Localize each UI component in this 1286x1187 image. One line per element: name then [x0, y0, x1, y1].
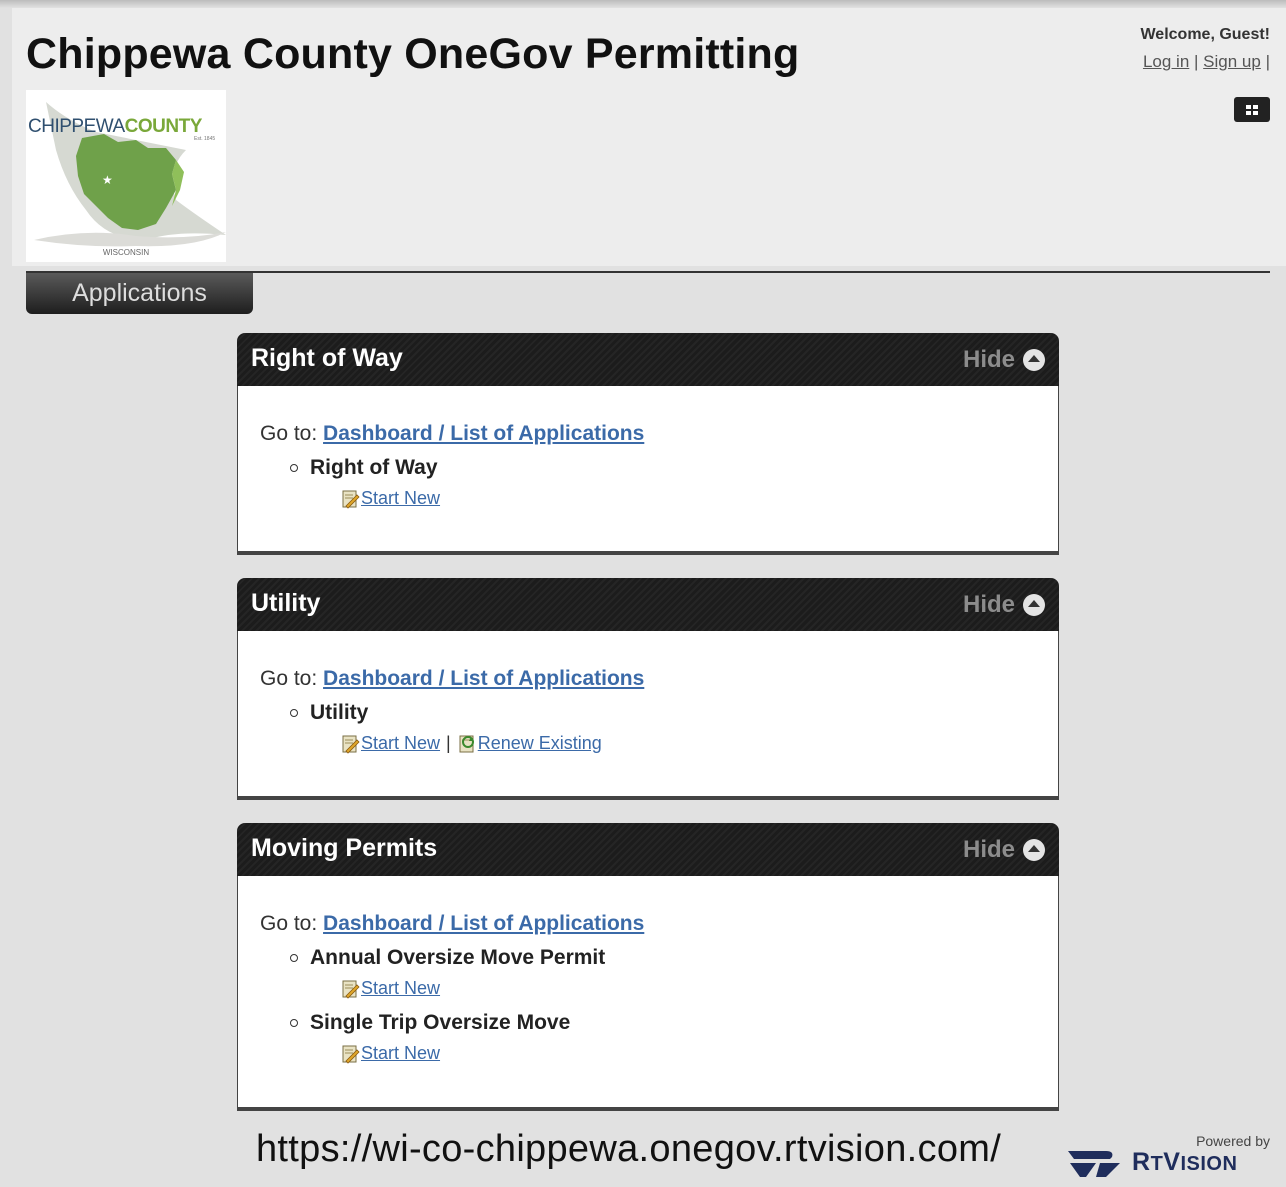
start-new-link[interactable]: Start New	[340, 1043, 440, 1064]
rtvision-logo[interactable]: RTVISION	[1066, 1145, 1237, 1179]
rtvision-mark-icon	[1068, 1151, 1120, 1177]
hide-label: Hide	[962, 346, 1015, 373]
footer-url: https://wi-co-chippewa.onegov.rtvision.c…	[256, 1128, 1002, 1170]
list-item: Annual Oversize Move Permit	[290, 946, 605, 970]
goto-label: Go to:	[260, 422, 318, 445]
panel-moving-permits: Moving Permits Hide Go to: Dashboard / L…	[237, 823, 1059, 1111]
hide-toggle[interactable]: Hide	[963, 836, 1045, 864]
panel-header: Utility Hide	[237, 578, 1059, 631]
bullet-icon	[290, 464, 298, 472]
new-document-icon	[342, 980, 360, 999]
bullet-icon	[290, 1019, 298, 1027]
rtvision-wordmark: RTVISION	[1132, 1147, 1238, 1176]
hide-label: Hide	[962, 591, 1015, 618]
grid-icon	[1246, 104, 1258, 115]
logo-established: Est. 1845	[194, 136, 216, 142]
application-name: Right of Way	[310, 456, 438, 479]
panel-header: Right of Way Hide	[237, 333, 1059, 386]
application-name: Utility	[310, 701, 369, 724]
collapse-up-icon	[1023, 839, 1045, 861]
panel-title: Moving Permits	[251, 834, 438, 862]
page-title: Chippewa County OneGov Permitting	[26, 30, 800, 78]
hide-label: Hide	[962, 836, 1015, 863]
action-row: Start New	[340, 1043, 440, 1064]
browser-top-edge	[0, 0, 1286, 8]
action-separator: |	[446, 733, 451, 753]
goto-line: Go to: Dashboard / List of Applications	[260, 422, 644, 446]
start-new-label: Start New	[361, 978, 441, 998]
goto-label: Go to:	[260, 912, 318, 935]
panel-body: Go to: Dashboard / List of Applications …	[237, 631, 1059, 800]
new-document-icon	[342, 1045, 360, 1064]
panel-right-of-way: Right of Way Hide Go to: Dashboard / Lis…	[237, 333, 1059, 555]
goto-label: Go to:	[260, 667, 318, 690]
svg-text:★: ★	[102, 173, 113, 187]
list-item: Utility	[290, 701, 368, 725]
link-separator-trailing: |	[1265, 52, 1270, 71]
start-new-label: Start New	[361, 1043, 441, 1063]
logo-state-label: WISCONSIN	[102, 248, 150, 257]
list-item: Right of Way	[290, 456, 438, 480]
collapse-up-icon	[1023, 594, 1045, 616]
dashboard-link[interactable]: Dashboard / List of Applications	[323, 422, 644, 445]
renew-existing-label: Renew Existing	[477, 733, 602, 753]
signup-link[interactable]: Sign up	[1203, 52, 1261, 71]
collapse-up-icon	[1023, 349, 1045, 371]
login-link[interactable]: Log in	[1143, 52, 1189, 71]
panel-utility: Utility Hide Go to: Dashboard / List of …	[237, 578, 1059, 800]
new-document-icon	[342, 735, 360, 754]
bullet-icon	[290, 954, 298, 962]
dashboard-link[interactable]: Dashboard / List of Applications	[323, 912, 644, 935]
panel-body: Go to: Dashboard / List of Applications …	[237, 386, 1059, 555]
apps-menu-button[interactable]	[1234, 97, 1270, 122]
application-name: Single Trip Oversize Move	[310, 1011, 571, 1034]
new-document-icon	[342, 490, 360, 509]
action-row: Start New	[340, 488, 440, 509]
renew-existing-link[interactable]: Renew Existing	[457, 733, 602, 754]
start-new-link[interactable]: Start New	[340, 733, 440, 754]
list-item: Single Trip Oversize Move	[290, 1011, 570, 1035]
hide-toggle[interactable]: Hide	[963, 346, 1045, 374]
goto-line: Go to: Dashboard / List of Applications	[260, 667, 644, 691]
account-links: Log in | Sign up |	[1143, 52, 1270, 72]
start-new-link[interactable]: Start New	[340, 488, 440, 509]
hide-toggle[interactable]: Hide	[963, 591, 1045, 619]
welcome-message: Welcome, Guest!	[1140, 26, 1270, 43]
tab-applications[interactable]: Applications	[26, 273, 253, 314]
county-logo: ★ CHIPPEWACOUNTY Est. 1845 WISCONSIN	[26, 90, 226, 262]
start-new-label: Start New	[361, 488, 441, 508]
goto-line: Go to: Dashboard / List of Applications	[260, 912, 644, 936]
action-row: Start New	[340, 978, 440, 999]
action-row: Start New | Renew Existing	[340, 733, 602, 754]
link-separator: |	[1194, 52, 1199, 71]
renew-document-icon	[459, 735, 474, 753]
application-name: Annual Oversize Move Permit	[310, 946, 606, 969]
panel-title: Right of Way	[251, 344, 403, 372]
panel-title: Utility	[251, 589, 321, 617]
panel-body: Go to: Dashboard / List of Applications …	[237, 876, 1059, 1111]
dashboard-link[interactable]: Dashboard / List of Applications	[323, 667, 644, 690]
logo-wordmark: CHIPPEWACOUNTY	[28, 116, 202, 137]
start-new-label: Start New	[361, 733, 441, 753]
panel-header: Moving Permits Hide	[237, 823, 1059, 876]
start-new-link[interactable]: Start New	[340, 978, 440, 999]
bullet-icon	[290, 709, 298, 717]
